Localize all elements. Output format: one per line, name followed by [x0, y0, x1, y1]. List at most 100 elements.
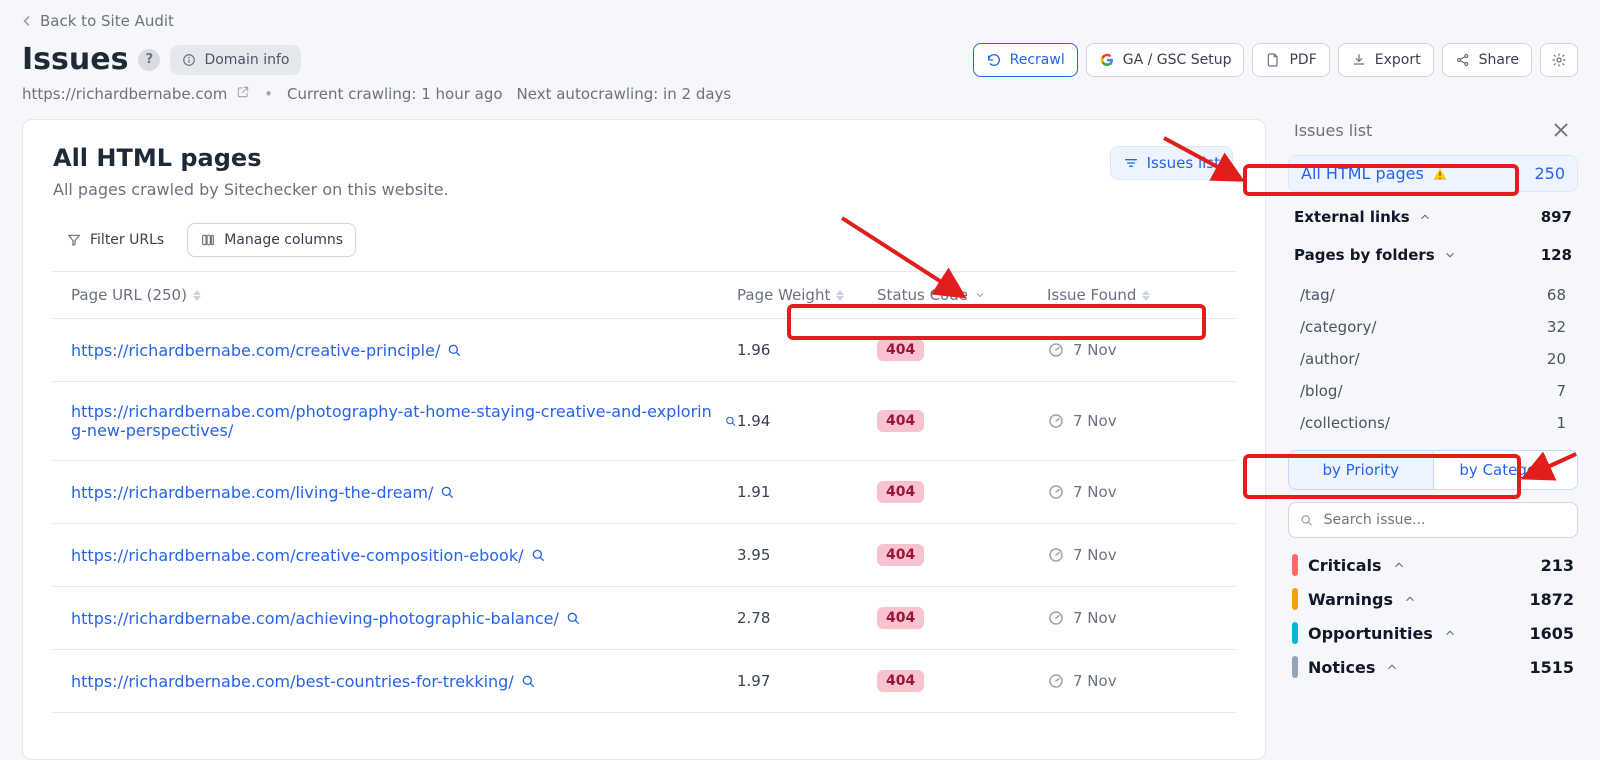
page-weight: 1.94 [737, 412, 877, 430]
chevron-up-icon [1392, 558, 1406, 572]
export-button[interactable]: Export [1338, 43, 1434, 77]
sort-icon [836, 290, 844, 301]
status-badge: 404 [877, 481, 924, 503]
folder-item[interactable]: /category/32 [1294, 314, 1572, 340]
issue-found: 7 Nov [1047, 609, 1217, 627]
chevron-up-icon [1418, 210, 1432, 224]
status-badge: 404 [877, 410, 924, 432]
refresh-icon [986, 52, 1002, 68]
gauge-icon [1047, 546, 1065, 564]
severity-item[interactable]: Criticals 213 [1292, 554, 1574, 576]
table-row: https://richardbernabe.com/creative-comp… [53, 524, 1235, 587]
th-issue-found[interactable]: Issue Found [1047, 286, 1217, 304]
page-url-link[interactable]: https://richardbernabe.com/creative-prin… [71, 341, 462, 360]
next-autocrawl: Next autocrawling: in 2 days [517, 85, 732, 103]
magnify-icon[interactable] [439, 484, 455, 500]
gauge-icon [1047, 412, 1065, 430]
google-g-icon [1099, 52, 1115, 68]
table-row: https://richardbernabe.com/photography-a… [53, 382, 1235, 461]
magnify-icon[interactable] [565, 610, 581, 626]
sidebar-item-external-links[interactable]: External links 897 [1288, 204, 1578, 230]
section-subtitle: All pages crawled by Sitechecker on this… [53, 180, 1235, 199]
priority-category-segmented: by Priority by Category [1288, 450, 1578, 490]
filter-urls-button[interactable]: Filter URLs [53, 223, 177, 257]
page-url-link[interactable]: https://richardbernabe.com/achieving-pho… [71, 609, 581, 628]
chevron-up-icon [1385, 660, 1399, 674]
sidebar-item-all-html[interactable]: All HTML pages 250 [1288, 155, 1578, 192]
domain-link[interactable]: https://richardbernabe.com [22, 85, 250, 103]
page-url-link[interactable]: https://richardbernabe.com/best-countrie… [71, 672, 536, 691]
magnify-icon[interactable] [446, 342, 462, 358]
folder-item[interactable]: /tag/68 [1294, 282, 1572, 308]
folder-item[interactable]: /blog/7 [1294, 378, 1572, 404]
issue-found: 7 Nov [1047, 546, 1217, 564]
issue-found: 7 Nov [1047, 483, 1217, 501]
status-badge: 404 [877, 607, 924, 629]
pdf-button[interactable]: PDF [1252, 43, 1329, 77]
top-toolbar: Recrawl GA / GSC Setup PDF Export Share [973, 43, 1578, 77]
recrawl-button[interactable]: Recrawl [973, 43, 1078, 77]
chevron-up-icon [1443, 626, 1457, 640]
tab-by-priority[interactable]: by Priority [1289, 451, 1433, 489]
issues-side-panel: Issues list All HTML pages 250 External … [1288, 119, 1578, 760]
sort-icon [193, 290, 201, 301]
external-link-icon [236, 85, 250, 99]
pages-table: Page URL (250) Page Weight Status Code [53, 271, 1235, 713]
settings-button[interactable] [1540, 43, 1578, 77]
status-badge: 404 [877, 670, 924, 692]
gauge-icon [1047, 609, 1065, 627]
page-url-link[interactable]: https://richardbernabe.com/living-the-dr… [71, 483, 455, 502]
table-row: https://richardbernabe.com/living-the-dr… [53, 461, 1235, 524]
gauge-icon [1047, 341, 1065, 359]
pdf-icon [1265, 52, 1281, 68]
tab-by-category[interactable]: by Category [1433, 451, 1578, 489]
chevron-down-icon [974, 289, 986, 301]
folder-item[interactable]: /author/20 [1294, 346, 1572, 372]
info-icon [182, 53, 196, 67]
magnify-icon[interactable] [724, 413, 737, 429]
funnel-icon [66, 232, 82, 248]
severity-item[interactable]: Warnings 1872 [1292, 588, 1574, 610]
help-icon[interactable]: ? [138, 49, 160, 71]
share-button[interactable]: Share [1442, 43, 1532, 77]
crawl-status: Current crawling: 1 hour ago [287, 85, 503, 103]
all-html-count: 250 [1534, 164, 1565, 183]
gauge-icon [1047, 672, 1065, 690]
page-url-link[interactable]: https://richardbernabe.com/creative-comp… [71, 546, 546, 565]
th-status-code[interactable]: Status Code [877, 286, 1047, 304]
sidepanel-title: Issues list [1294, 121, 1372, 140]
sort-icon [1142, 290, 1150, 301]
gear-icon [1551, 52, 1567, 68]
table-row: https://richardbernabe.com/creative-prin… [53, 319, 1235, 382]
chevron-down-icon [1443, 248, 1457, 262]
ga-gsc-button[interactable]: GA / GSC Setup [1086, 43, 1245, 77]
share-icon [1455, 52, 1471, 68]
page-url-link[interactable]: https://richardbernabe.com/photography-a… [71, 402, 737, 440]
issue-found: 7 Nov [1047, 412, 1217, 430]
page-weight: 1.91 [737, 483, 877, 501]
search-icon [1299, 512, 1314, 528]
close-icon[interactable] [1550, 119, 1572, 141]
th-page-weight[interactable]: Page Weight [737, 286, 877, 304]
page-title: Issues [22, 42, 128, 77]
magnify-icon[interactable] [530, 547, 546, 563]
sidebar-item-pages-by-folders[interactable]: Pages by folders 128 [1288, 242, 1578, 268]
back-to-site-audit[interactable]: Back to Site Audit [22, 6, 1578, 36]
issue-found: 7 Nov [1047, 672, 1217, 690]
issues-list-button[interactable]: Issues list [1110, 146, 1233, 180]
page-weight: 1.97 [737, 672, 877, 690]
th-url[interactable]: Page URL (250) [71, 286, 737, 304]
magnify-icon[interactable] [520, 673, 536, 689]
folder-item[interactable]: /collections/1 [1294, 410, 1572, 436]
chevron-left-icon [22, 16, 32, 26]
search-issue-input[interactable] [1322, 511, 1567, 529]
issue-found: 7 Nov [1047, 341, 1217, 359]
domain-info-chip[interactable]: Domain info [170, 45, 301, 75]
status-badge: 404 [877, 544, 924, 566]
severity-item[interactable]: Opportunities 1605 [1292, 622, 1574, 644]
search-issue[interactable] [1288, 502, 1578, 538]
severity-item[interactable]: Notices 1515 [1292, 656, 1574, 678]
manage-columns-button[interactable]: Manage columns [187, 223, 356, 257]
page-weight: 1.96 [737, 341, 877, 359]
status-badge: 404 [877, 339, 924, 361]
